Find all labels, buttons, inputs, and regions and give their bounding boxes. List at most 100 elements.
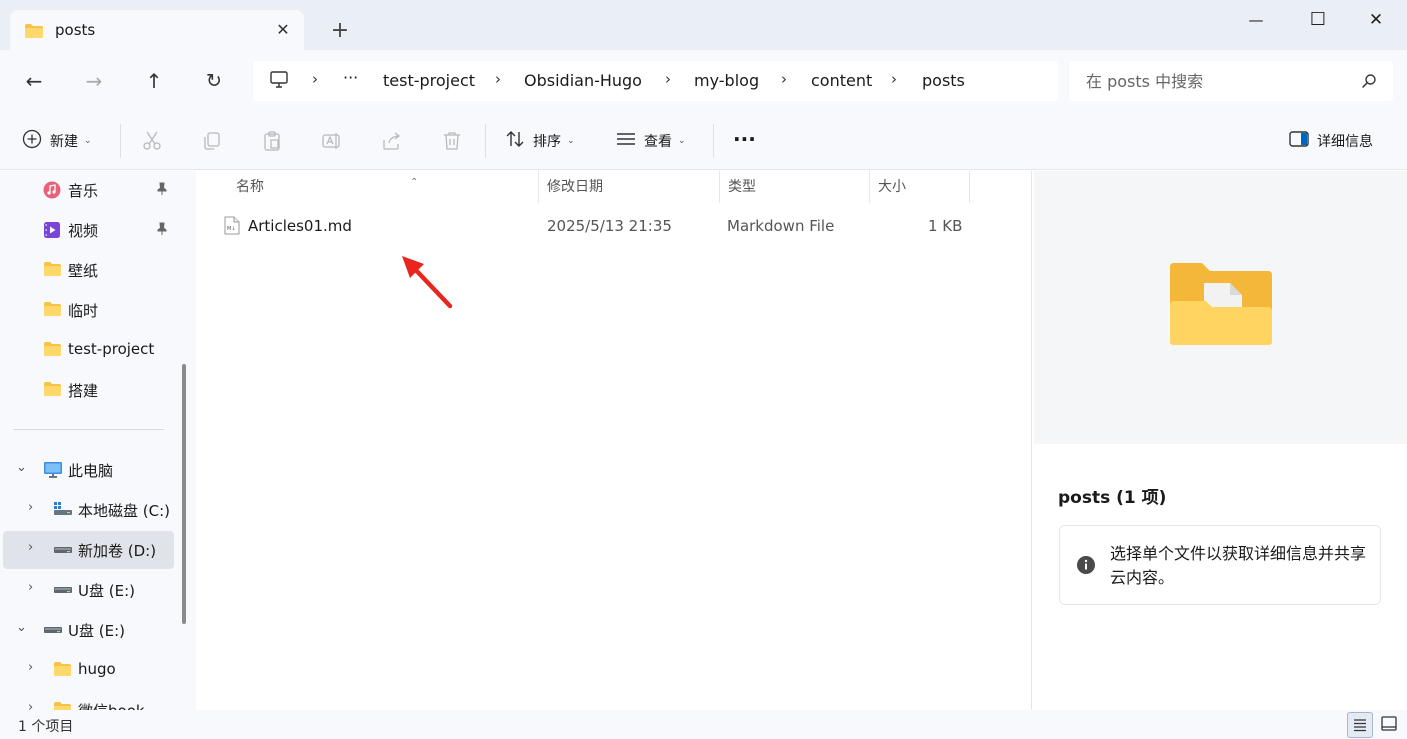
maximize-button[interactable]: ☐ (1289, 2, 1347, 38)
chevron-down-icon: ⌄ (567, 136, 575, 146)
navigation-pane: 音乐 视频 壁纸 临时 test-project 搭建 ⌄ 此电脑 › 本地磁盘… (0, 171, 196, 710)
pin-icon[interactable] (156, 222, 168, 240)
more-options-button[interactable]: ··· (733, 124, 756, 154)
chevron-down-icon: ⌄ (678, 136, 686, 146)
column-header-type[interactable]: 类型 (720, 171, 870, 203)
back-button[interactable]: ← (19, 66, 49, 96)
minimize-button[interactable]: — (1227, 2, 1285, 38)
sidebar-item-video[interactable]: 视频 (3, 211, 174, 249)
column-header-label: 修改日期 (547, 179, 603, 195)
close-button[interactable]: ✕ (1347, 2, 1405, 38)
command-bar: 新建 ⌄ 排序 ⌄ 查看 ⌄ ··· 详细信息 (0, 112, 1407, 170)
share-icon[interactable] (381, 130, 403, 152)
video-icon (43, 221, 61, 243)
sidebar-item-label: 本地磁盘 (C:) (78, 502, 170, 520)
address-bar[interactable]: › ··· test-project › Obsidian-Hugo › my-… (253, 61, 1058, 101)
tiles-view-icon (1381, 716, 1397, 731)
folder-icon (43, 261, 62, 281)
details-label: 详细信息 (1317, 134, 1373, 150)
chevron-right-icon[interactable]: › (28, 580, 33, 595)
sidebar-item-drive-c[interactable]: › 本地磁盘 (C:) (3, 491, 174, 529)
breadcrumb-posts[interactable]: posts (922, 71, 965, 90)
sidebar-item-this-pc[interactable]: ⌄ 此电脑 (3, 451, 174, 489)
sidebar-item-temp[interactable]: 临时 (3, 291, 174, 329)
computer-icon (43, 461, 63, 483)
windows-drive-icon (53, 501, 73, 521)
sidebar-item-wechat-book[interactable]: › 微信book (3, 691, 174, 710)
computer-icon[interactable] (269, 70, 289, 94)
pin-icon[interactable] (156, 182, 168, 200)
sidebar-item-drive-e[interactable]: › U盘 (E:) (3, 571, 174, 609)
column-header-size[interactable]: 大小 (870, 171, 970, 203)
details-pane-button[interactable]: 详细信息 (1289, 126, 1373, 156)
details-pane-icon (1289, 130, 1309, 152)
chevron-right-icon[interactable]: › (28, 540, 33, 555)
tab-posts[interactable]: posts ✕ (10, 10, 304, 50)
file-row[interactable]: M↓ Articles01.md 2025/5/13 21:35 Markdow… (218, 209, 978, 243)
refresh-button[interactable]: ↻ (199, 66, 229, 96)
sidebar-item-drive-d[interactable]: › 新加卷 (D:) (3, 531, 174, 569)
details-view-icon (1354, 719, 1366, 732)
copy-icon[interactable] (201, 130, 223, 152)
chevron-down-icon[interactable]: ⌄ (16, 460, 27, 475)
search-icon[interactable] (1361, 73, 1377, 93)
sidebar-item-build[interactable]: 搭建 (3, 371, 174, 409)
sidebar-divider (13, 429, 164, 430)
sidebar-item-label: 微信book (78, 700, 145, 710)
title-bar: posts ✕ + — ☐ ✕ (0, 0, 1407, 50)
tiles-view-button[interactable] (1377, 712, 1403, 738)
music-icon (43, 181, 61, 203)
sidebar-item-usb-root[interactable]: ⌄ U盘 (E:) (3, 611, 174, 649)
breadcrumb-separator: › (495, 70, 501, 88)
up-button[interactable]: ↑ (139, 66, 169, 96)
sort-ascending-icon: ⌃ (410, 177, 419, 188)
file-modified: 2025/5/13 21:35 (547, 217, 672, 235)
search-box[interactable] (1069, 61, 1393, 101)
folder-icon (43, 341, 62, 361)
column-header-name[interactable]: 名称 ⌃ (228, 171, 539, 203)
sort-label: 排序 (533, 134, 561, 150)
sidebar-item-wallpaper[interactable]: 壁纸 (3, 251, 174, 289)
chevron-right-icon[interactable]: › (28, 500, 33, 515)
search-input[interactable] (1069, 61, 1349, 101)
sidebar-item-label: 此电脑 (68, 462, 114, 480)
details-view-button[interactable] (1347, 712, 1373, 738)
breadcrumb-obsidian-hugo[interactable]: Obsidian-Hugo (524, 71, 642, 90)
chevron-right-icon[interactable]: › (28, 700, 33, 710)
new-tab-button[interactable]: + (326, 18, 354, 46)
cut-icon[interactable] (141, 130, 163, 152)
breadcrumb-my-blog[interactable]: my-blog (694, 71, 759, 90)
column-header-label: 类型 (728, 179, 756, 195)
new-button[interactable]: 新建 ⌄ (22, 126, 92, 156)
markdown-file-icon: M↓ (224, 216, 240, 239)
drive-icon (53, 581, 73, 601)
sidebar-item-label: 壁纸 (68, 262, 99, 280)
sidebar-scrollbar[interactable] (182, 364, 186, 624)
sort-icon (505, 129, 525, 153)
drive-icon (53, 541, 73, 561)
delete-icon[interactable] (441, 130, 463, 152)
rename-icon[interactable] (321, 130, 343, 152)
sidebar-item-hugo[interactable]: › hugo (3, 651, 174, 689)
breadcrumb-content[interactable]: content (811, 71, 872, 90)
breadcrumb-test-project[interactable]: test-project (383, 71, 475, 90)
chevron-right-icon[interactable]: › (28, 660, 33, 675)
new-label: 新建 (50, 134, 78, 150)
status-bar: 1 个项目 (0, 710, 1407, 739)
paste-icon[interactable] (261, 130, 283, 152)
chevron-down-icon[interactable]: ⌄ (16, 620, 27, 635)
file-size: 1 KB (928, 217, 963, 235)
column-header-modified[interactable]: 修改日期 (539, 171, 720, 203)
sidebar-item-test-project[interactable]: test-project (3, 331, 174, 369)
folder-preview-icon (1168, 261, 1274, 351)
details-info-text: 选择单个文件以获取详细信息并共享云内容。 (1110, 544, 1367, 587)
tab-close-button[interactable]: ✕ (272, 19, 294, 41)
sort-button[interactable]: 排序 ⌄ (505, 126, 575, 156)
add-icon (22, 129, 42, 153)
breadcrumb-separator: › (312, 70, 318, 88)
breadcrumb-overflow[interactable]: ··· (343, 68, 358, 87)
forward-button[interactable]: → (79, 66, 109, 96)
view-button[interactable]: 查看 ⌄ (616, 126, 686, 156)
sidebar-item-label: 临时 (68, 302, 99, 320)
sidebar-item-music[interactable]: 音乐 (3, 171, 174, 209)
